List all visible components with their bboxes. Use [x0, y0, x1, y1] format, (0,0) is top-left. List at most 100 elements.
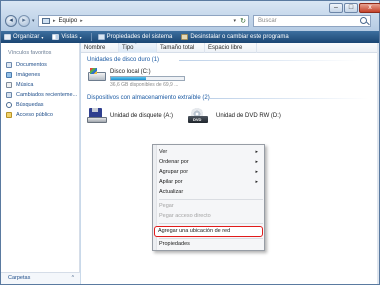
nav-item-label: Acceso público — [16, 112, 53, 118]
group-header-hard-drives[interactable]: Unidades de disco duro (1) — [87, 57, 159, 63]
chevron-down-icon: ▾ — [79, 34, 82, 40]
menu-item-label: Apilar por — [159, 179, 183, 185]
windows-logo-icon — [90, 68, 97, 74]
window-controls: – □ x — [329, 3, 380, 13]
menu-item-view[interactable]: Ver ▸ — [159, 148, 263, 157]
menu-item-label: Ordenar por — [159, 159, 189, 165]
maximize-button[interactable]: □ — [344, 3, 358, 13]
submenu-arrow-icon: ▸ — [255, 169, 258, 175]
nav-item-label: Búsquedas — [16, 102, 44, 108]
submenu-arrow-icon: ▸ — [255, 159, 258, 165]
nav-item-label: Cambiados recienteme... — [16, 92, 78, 98]
menu-item-stack-by[interactable]: Apilar por ▸ — [159, 178, 263, 187]
address-dropdown[interactable]: ▾ — [233, 18, 236, 24]
column-headers: Nombre ⌃ Tipo Tamaño total Espacio libre — [81, 42, 379, 53]
submenu-arrow-icon: ▸ — [255, 149, 258, 155]
menu-item-label: Agrupar por — [159, 169, 189, 175]
local-disk-name[interactable]: Disco local (C:) — [110, 69, 151, 75]
floppy-drive-label[interactable]: Unidad de disquete (A:) — [110, 113, 173, 119]
music-icon — [6, 82, 12, 88]
explorer-window: – □ x ◂ ▸ ▾ ▸ Equipo ▸ ▾ ↻ Buscar Organi… — [0, 0, 380, 285]
breadcrumb-separator[interactable]: ▸ — [80, 18, 83, 24]
menu-item-refresh[interactable]: Actualizar — [159, 188, 263, 197]
close-button[interactable]: x — [359, 3, 380, 13]
search-placeholder: Buscar — [258, 18, 277, 24]
toolbar-separator — [90, 33, 92, 41]
uninstall-label: Desinstalar o cambiar este programa — [190, 34, 289, 40]
menu-separator — [159, 199, 263, 200]
menu-item-properties[interactable]: Propiedades — [159, 240, 263, 249]
minimize-button[interactable]: – — [329, 3, 343, 13]
menu-item-group-by[interactable]: Agrupar por ▸ — [159, 168, 263, 177]
folders-label: Carpetas — [8, 275, 31, 281]
search-icon[interactable] — [360, 17, 367, 24]
system-properties-icon — [97, 34, 105, 40]
local-disk-icon[interactable] — [87, 68, 107, 82]
breadcrumb-separator[interactable]: ▸ — [53, 18, 56, 24]
menu-item-add-network-location[interactable]: Agregar una ubicación de red — [154, 226, 263, 237]
command-toolbar: Organizar ▾ Vistas ▾ Propiedades del sis… — [1, 31, 379, 43]
searches-icon — [6, 102, 12, 108]
disk-usage-bar — [110, 76, 185, 81]
chevron-down-icon: ▾ — [41, 34, 44, 40]
drive-base — [87, 117, 107, 123]
organize-button[interactable]: Organizar ▾ — [4, 34, 43, 40]
pictures-icon — [6, 72, 12, 78]
nav-item-music[interactable]: Música — [6, 80, 77, 90]
refresh-icon[interactable]: ↻ — [240, 17, 246, 25]
navigation-pane: Vínculos favoritos Documentos Imágenes M… — [1, 43, 80, 284]
column-header-total-size[interactable]: Tamaño total — [157, 43, 205, 53]
menu-item-label: Ver — [159, 149, 168, 155]
floppy-drive-icon[interactable] — [87, 108, 107, 124]
address-bar[interactable]: ▸ Equipo ▸ ▾ ↻ — [38, 15, 249, 27]
column-header-free-space[interactable]: Espacio libre — [205, 43, 257, 53]
context-menu: Ver ▸ Ordenar por ▸ Agrupar por ▸ Apilar… — [152, 144, 265, 251]
dvd-drive-label[interactable]: Unidad de DVD RW (D:) — [216, 113, 281, 119]
menu-separator — [159, 238, 263, 239]
public-folder-icon — [6, 112, 12, 118]
title-bar: – □ x ◂ ▸ ▾ ▸ Equipo ▸ ▾ ↻ Buscar — [1, 1, 380, 31]
documents-icon — [6, 62, 12, 68]
local-disk-free-space: 36,6 GB disponibles de 69,9 ... — [110, 82, 179, 88]
favorite-links-list: Documentos Imágenes Música Cambiados rec… — [6, 60, 77, 120]
sort-indicator-icon: ⌃ — [134, 42, 138, 47]
views-label: Vistas — [61, 34, 78, 40]
right-edge — [377, 43, 379, 284]
recent-icon — [6, 92, 12, 98]
nav-item-documents[interactable]: Documentos — [6, 60, 77, 70]
disk-usage-fill — [111, 77, 147, 80]
nav-item-label: Música — [16, 82, 34, 88]
computer-icon — [42, 18, 50, 24]
column-header-type-label: Tipo — [122, 45, 134, 51]
dvd-drive-icon[interactable]: DVD — [188, 108, 208, 124]
chevron-up-icon: ^ — [71, 275, 74, 281]
nav-item-public[interactable]: Acceso público — [6, 110, 77, 120]
nav-item-searches[interactable]: Búsquedas — [6, 100, 77, 110]
nav-item-label: Imágenes — [16, 72, 41, 78]
group-divider — [179, 60, 359, 61]
breadcrumb-equipo[interactable]: Equipo — [59, 18, 78, 24]
folders-toggle[interactable]: Carpetas ^ — [1, 272, 80, 284]
system-properties-label: Propiedades del sistema — [106, 34, 173, 40]
uninstall-program-button[interactable]: Desinstalar o cambiar este programa — [181, 34, 289, 40]
menu-item-paste-shortcut: Pegar acceso directo — [159, 213, 211, 219]
views-button[interactable]: Vistas ▾ — [52, 34, 82, 40]
recent-pages-dropdown[interactable]: ▾ — [32, 18, 35, 24]
dvd-badge: DVD — [193, 117, 202, 122]
nav-item-pictures[interactable]: Imágenes — [6, 70, 77, 80]
nav-item-recent[interactable]: Cambiados recienteme... — [6, 90, 77, 100]
search-input[interactable]: Buscar — [253, 15, 371, 27]
menu-item-sort-by[interactable]: Ordenar por ▸ — [159, 158, 263, 167]
column-header-type[interactable]: ⌃ Tipo — [119, 42, 157, 53]
menu-item-paste: Pegar — [159, 203, 174, 209]
back-button[interactable]: ◂ — [5, 15, 17, 27]
column-header-name[interactable]: Nombre — [81, 43, 119, 53]
views-icon — [52, 34, 60, 40]
favorite-links-heading: Vínculos favoritos — [8, 50, 52, 56]
uninstall-icon — [181, 34, 189, 40]
organize-icon — [4, 34, 11, 40]
group-divider — [209, 98, 369, 99]
group-header-removable[interactable]: Dispositivos con almacenamiento extraíbl… — [87, 95, 210, 101]
forward-button[interactable]: ▸ — [18, 15, 30, 27]
menu-separator — [159, 223, 263, 224]
